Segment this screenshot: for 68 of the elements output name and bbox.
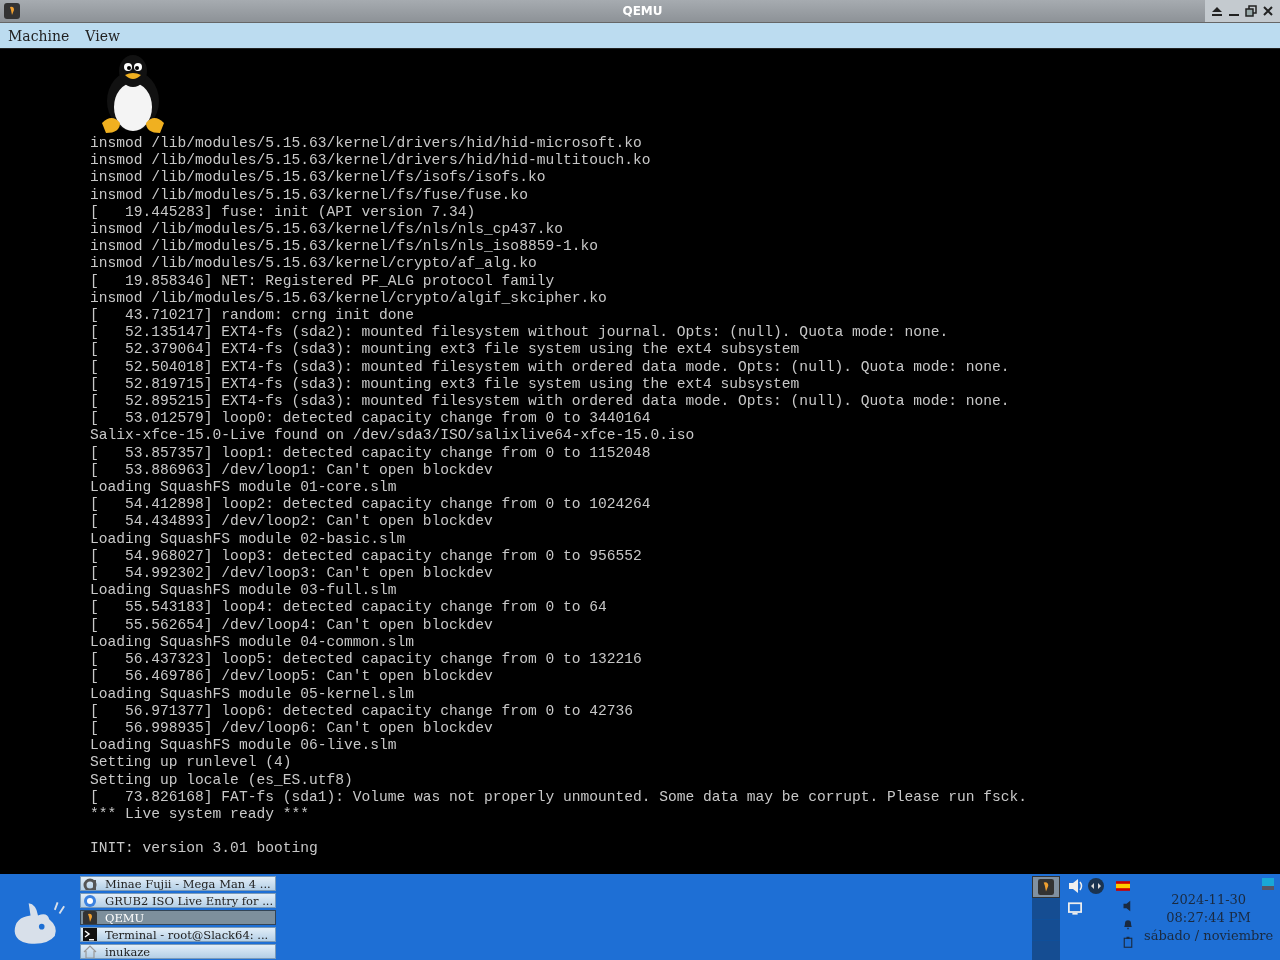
console-line: Salix-xfce-15.0-Live found on /dev/sda3/ISO/salixlive64-xfce-15.0.iso: [90, 427, 696, 445]
display-icon[interactable]: [1068, 902, 1082, 915]
console-line: [ 52.504018] EXT4-fs (sda3): mounted filesystem with ordered data mode. Opts: (null). Quota mode: none.: [90, 358, 1011, 376]
console-line: [ 52.819715] EXT4-fs (sda3): mounting ext3 file system using the ext4 subsystem: [90, 375, 801, 394]
console-line: INIT: version 3.01 booting: [90, 840, 319, 858]
console-line: [ 54.992302] /dev/loop3: Can't open blockdev: [90, 565, 494, 583]
window-title: QEMU: [621, 4, 664, 18]
window-icon[interactable]: [1262, 878, 1274, 890]
network-icon[interactable]: [1088, 878, 1104, 894]
console-line: insmod /lib/modules/5.15.63/kernel/fs/fuse/fuse.ko: [90, 186, 529, 204]
console-line: [ 54.412898] loop2: detected capacity change from 0 to 1024264: [90, 496, 652, 514]
clock-date: 2024-11-30: [1171, 891, 1247, 909]
console-line: [ 54.434893] /dev/loop2: Can't open blockdev: [90, 513, 494, 531]
console-line: [ 19.445283] fuse: init (API version 7.34): [90, 203, 477, 221]
app-icon: [4, 3, 20, 19]
console-line: Loading SquashFS module 01-core.slm: [90, 479, 398, 497]
close-icon[interactable]: [1262, 5, 1274, 17]
taskbar-window-button[interactable]: Minae Fujii - Mega Man 4 ...: [80, 876, 276, 891]
console-line: [ 52.135147] EXT4-fs (sda2): mounted filesystem without journal. Opts: (null). Quota mode: none.: [90, 324, 950, 342]
console-line: Loading SquashFS module 05-kernel.slm: [90, 685, 416, 703]
console-line: [ 52.895215] EXT4-fs (sda3): mounted filesystem with ordered data mode. Opts: (null). Quota mode: none.: [90, 393, 1011, 411]
console-line: [ 52.379064] EXT4-fs (sda3): mounting ext3 file system using the ext4 subsystem: [90, 341, 801, 359]
console-line: insmod /lib/modules/5.15.63/kernel/fs/nls/nls_cp437.ko: [90, 221, 564, 239]
eject-icon[interactable]: [1211, 5, 1223, 17]
console-line: Loading SquashFS module 03-full.slm: [90, 582, 398, 600]
console-line: *** Live system ready ***: [90, 805, 310, 824]
console-line: insmod /lib/modules/5.15.63/kernel/fs/isofs/isofs.ko: [90, 169, 547, 187]
console-line: [ 43.710217] random: crng init done: [90, 307, 416, 325]
home-icon: [83, 945, 97, 958]
console-line: [ 56.971377] loop6: detected capacity change from 0 to 42736: [90, 702, 634, 720]
console-line: [ 56.998935] /dev/loop6: Can't open blockdev: [90, 719, 494, 738]
console-line: [ 53.857357] loop1: detected capacity change from 0 to 1152048: [90, 444, 652, 462]
console-line: Loading SquashFS module 06-live.slm: [90, 737, 398, 755]
taskbar-window-button[interactable]: inukaze: [80, 944, 276, 959]
taskbar-window-button[interactable]: GRUB2 ISO Live Entry for ...: [80, 893, 276, 908]
console-line: insmod /lib/modules/5.15.63/kernel/drivers/hid/hid-microsoft.ko: [90, 135, 643, 153]
console-line: [ 55.562654] /dev/loop4: Can't open blockdev: [90, 616, 494, 634]
bell-icon[interactable]: [1122, 918, 1134, 930]
maximize-icon[interactable]: [1245, 5, 1257, 17]
menu-item[interactable]: View: [77, 27, 128, 44]
menu-item[interactable]: Machine: [0, 27, 78, 44]
console-line: insmod /lib/modules/5.15.63/kernel/drivers/hid/hid-multitouch.ko: [90, 152, 652, 170]
taskbar-window-button[interactable]: Terminal - root@Slack64: ...: [80, 927, 276, 942]
console-line: [ 53.886963] /dev/loop1: Can't open blockdev: [90, 461, 494, 480]
browser-icon: [83, 894, 97, 907]
console-line: insmod /lib/modules/5.15.63/kernel/crypto/algif_skcipher.ko: [90, 289, 608, 308]
console-line: [ 19.858346] NET: Registered PF_ALG protocol family: [90, 272, 556, 290]
app-icon: [83, 911, 97, 924]
clipboard-icon[interactable]: [1122, 936, 1134, 948]
console-line: [ 73.826168] FAT-fs (sda1): Volume was not properly unmounted. Some data may be corrupt. Please run fsck.: [90, 788, 1029, 806]
workspace-button[interactable]: [1032, 876, 1060, 898]
console-line: Setting up locale (es_ES.utf8): [90, 771, 354, 789]
console-line: [ 55.543183] loop4: detected capacity change from 0 to 64: [90, 599, 608, 617]
console-line: Setting up runlevel (4): [90, 754, 293, 772]
console-line: insmod /lib/modules/5.15.63/kernel/fs/nls/nls_iso8859-1.ko: [90, 238, 599, 256]
console-line: insmod /lib/modules/5.15.63/kernel/crypto/af_alg.ko: [90, 255, 538, 273]
console-line: [ 53.012579] loop0: detected capacity change from 0 to 3440164: [90, 410, 652, 428]
flag-icon[interactable]: [1116, 881, 1130, 891]
console-line: Loading SquashFS module 02-basic.slm: [90, 530, 407, 548]
console-line: [ 56.469786] /dev/loop5: Can't open blockdev: [90, 668, 494, 686]
terminal-icon: [83, 928, 97, 941]
clock-time: 08:27:44 PM: [1166, 909, 1251, 927]
speaker-icon[interactable]: [1068, 878, 1084, 894]
console-line: [ 56.437323] loop5: detected capacity change from 0 to 132216: [90, 651, 643, 669]
app-icon: [1038, 879, 1054, 895]
console-line: Loading SquashFS module 04-common.slm: [90, 633, 416, 652]
clock-day: sábado / noviembre: [1144, 927, 1274, 945]
console-line: [ 54.968027] loop3: detected capacity change from 0 to 956552: [90, 547, 643, 566]
